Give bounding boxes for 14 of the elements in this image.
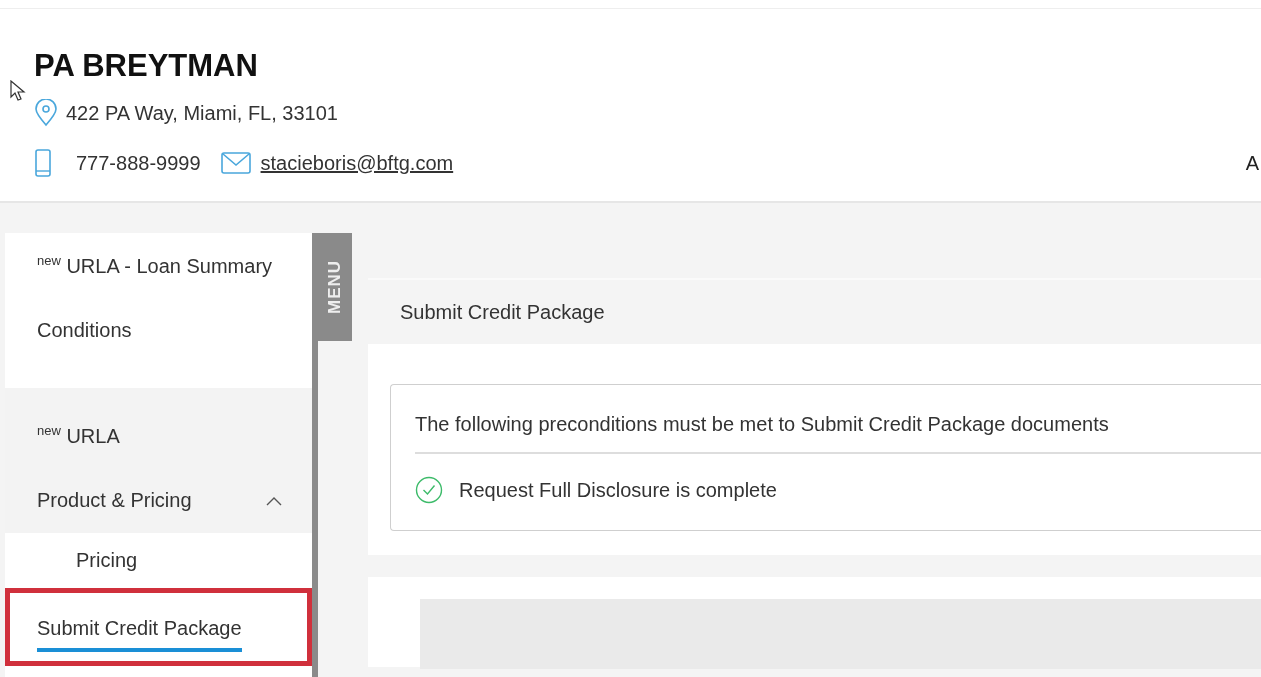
sidebar-item[interactable]: Product & Pricing	[5, 468, 312, 533]
borrower-name: PA BREYTMAN	[34, 48, 258, 84]
phone-number: 777-888-9999	[76, 151, 201, 175]
sidebar-item[interactable]: $^{new}$ URLA	[5, 388, 312, 468]
header-text: A	[1245, 151, 1259, 175]
preconditions-text: The following preconditions must be met to Submit Credit Package documents	[415, 413, 1261, 454]
sidebar-item[interactable]: Conditions	[5, 298, 312, 363]
address-text: 422 PA Way, Miami, FL, 33101	[66, 101, 338, 125]
panel-header: Submit Credit Package	[368, 278, 1261, 344]
email-link[interactable]: stacieboris@bftg.com	[260, 151, 454, 175]
sidebar-item[interactable]: Pricing	[5, 533, 312, 588]
sidebar-item[interactable]: $^{new}$ URLA - Loan Summary	[5, 233, 312, 298]
condition-text: Request Full Disclosure is complete	[459, 478, 777, 502]
sidebar-item[interactable]: Submit Credit Package	[5, 588, 312, 666]
